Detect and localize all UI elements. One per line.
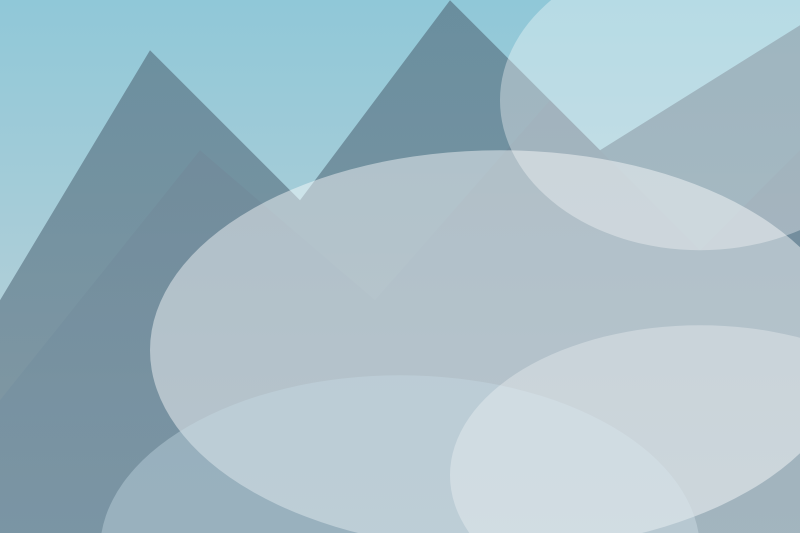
background: Control & Region Security& Privacy Spotl… <box>0 0 800 533</box>
desktop-wallpaper <box>0 0 800 533</box>
